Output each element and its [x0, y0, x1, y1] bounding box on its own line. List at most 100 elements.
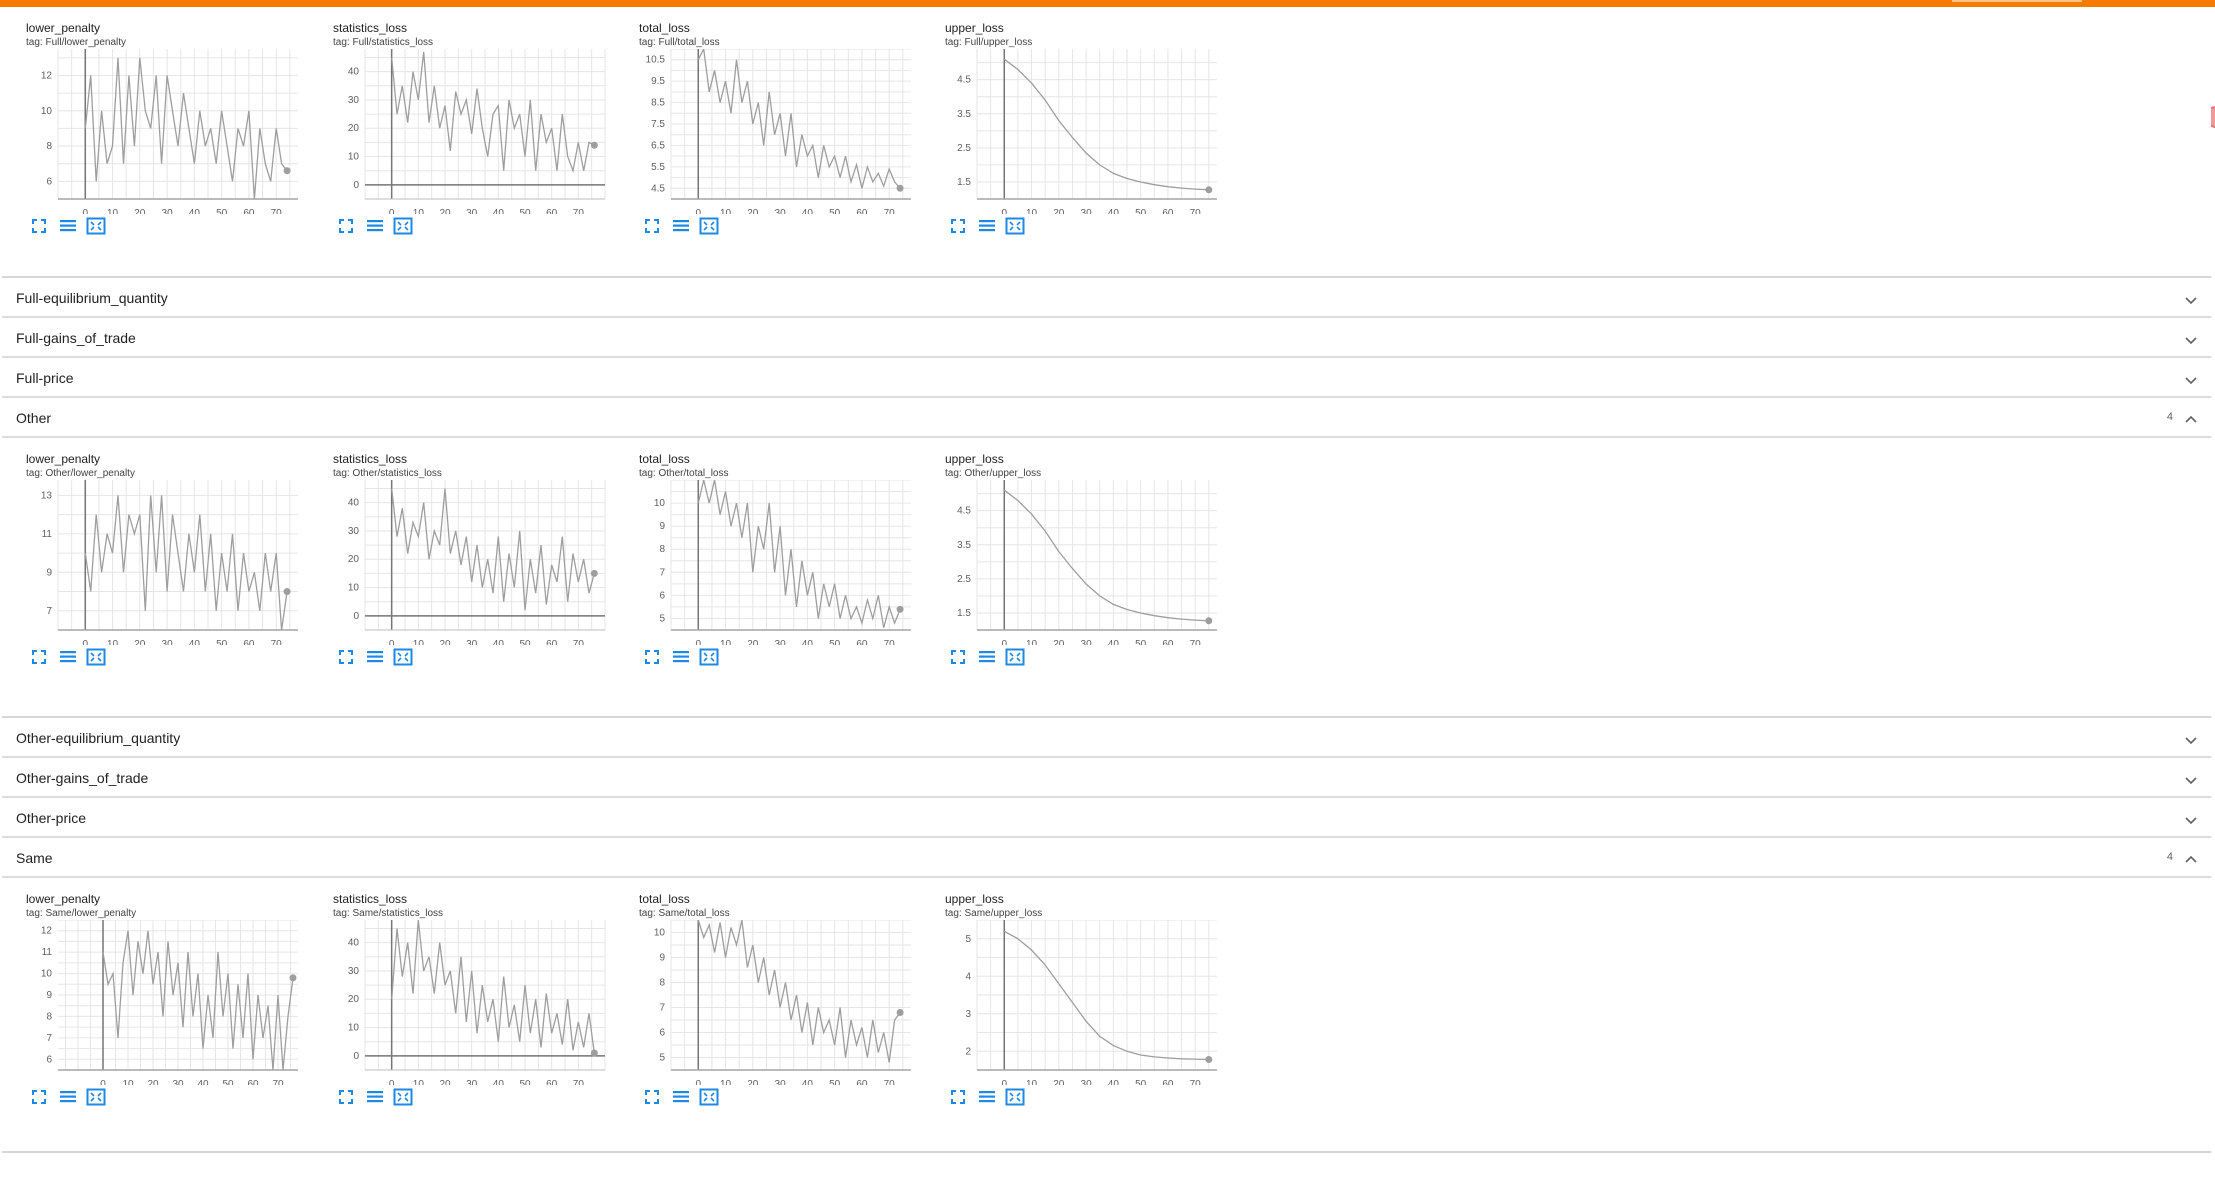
fit-domain-icon[interactable]	[699, 648, 719, 666]
line-chart[interactable]: 7 9 11 13 0 10 20 30 40 50 60 70	[20, 480, 310, 645]
group-name: Other-price	[16, 810, 87, 826]
y-tick-label: 2	[965, 1046, 971, 1057]
line-chart[interactable]: 0 10 20 30 40 0 10 20 30 40 50 60 70	[327, 920, 617, 1085]
fit-domain-icon[interactable]	[86, 1088, 106, 1106]
y-tick-label: 8	[659, 544, 665, 555]
fit-domain-icon[interactable]	[86, 648, 106, 666]
x-tick-label: 30	[162, 208, 174, 214]
y-tick-label: 1.5	[957, 177, 971, 188]
chevron-down-icon[interactable]	[2185, 332, 2197, 345]
list-icon[interactable]	[671, 217, 691, 235]
line-chart[interactable]: 23450 10 20 30 40 50 60 70	[939, 920, 1229, 1085]
list-icon[interactable]	[365, 1088, 385, 1106]
line-chart[interactable]: 5 6 7 8 9 10 0 10 20 30 40 50 60 70	[633, 480, 923, 645]
x-tick-label: 10	[122, 1079, 134, 1085]
chevron-down-icon[interactable]	[2185, 292, 2197, 305]
fullscreen-icon[interactable]	[643, 1088, 663, 1106]
group-header-other[interactable]: Other 4	[2, 398, 2211, 438]
y-tick-label: 8	[46, 141, 52, 152]
y-tick-label: 3	[965, 1009, 971, 1020]
fit-domain-icon[interactable]	[1005, 648, 1025, 666]
fullscreen-icon[interactable]	[30, 1088, 50, 1106]
y-tick-label: 0	[353, 1051, 359, 1062]
x-tick-label: 10	[1026, 639, 1038, 645]
fullscreen-icon[interactable]	[949, 217, 969, 235]
chart-title: upper_loss	[945, 21, 1004, 35]
chevron-up-icon[interactable]	[2185, 852, 2197, 863]
list-icon[interactable]	[58, 217, 78, 235]
scalar-chart-card: lower_penalty tag: Full/lower_penalty 6 8 10…	[20, 7, 310, 257]
fullscreen-icon[interactable]	[643, 217, 663, 235]
fit-domain-icon[interactable]	[699, 1088, 719, 1106]
data-points	[1004, 59, 1209, 190]
list-icon[interactable]	[365, 648, 385, 666]
fullscreen-icon[interactable]	[643, 648, 663, 666]
fullscreen-icon[interactable]	[949, 1088, 969, 1106]
list-icon[interactable]	[58, 1088, 78, 1106]
y-tick-label: 6	[46, 176, 52, 187]
y-tick-label: 7	[46, 606, 52, 617]
group-header-other-gains_of_trade[interactable]: Other-gains_of_trade	[2, 758, 2211, 798]
fit-domain-icon[interactable]	[86, 217, 106, 235]
y-tick-label: 40	[348, 498, 360, 509]
fit-domain-icon[interactable]	[393, 648, 413, 666]
chevron-down-icon[interactable]	[2185, 812, 2197, 825]
fit-domain-icon[interactable]	[699, 217, 719, 235]
y-tick-label: 8.5	[651, 98, 665, 109]
group-header-full-price[interactable]: Full-price	[2, 358, 2211, 398]
group-chart-count: 4	[2166, 411, 2173, 423]
group-header-full-gains_of_trade[interactable]: Full-gains_of_trade	[2, 318, 2211, 358]
fullscreen-icon[interactable]	[30, 648, 50, 666]
list-icon[interactable]	[977, 1088, 997, 1106]
line-chart[interactable]: 0 10 20 30 40 0 10 20 30 40 50 60 70	[327, 49, 617, 214]
chevron-up-icon[interactable]	[2185, 412, 2197, 423]
fullscreen-icon[interactable]	[337, 217, 357, 235]
list-icon[interactable]	[671, 1088, 691, 1106]
chevron-down-icon[interactable]	[2185, 772, 2197, 785]
chart-title: total_loss	[639, 21, 690, 35]
fit-domain-icon[interactable]	[1005, 217, 1025, 235]
x-tick-label: 40	[493, 208, 505, 214]
y-tick-label: 12	[41, 926, 53, 937]
fullscreen-icon[interactable]	[337, 1088, 357, 1106]
group-body: lower_penalty tag: Other/lower_penalty 7 9 1…	[2, 438, 2211, 718]
group-header-same[interactable]: Same 4	[2, 838, 2211, 878]
fit-domain-icon[interactable]	[1005, 1088, 1025, 1106]
chart-title: lower_penalty	[26, 21, 101, 35]
fullscreen-icon[interactable]	[949, 648, 969, 666]
list-icon[interactable]	[365, 217, 385, 235]
x-tick-label: 70	[1190, 208, 1202, 214]
list-icon[interactable]	[977, 217, 997, 235]
line-chart[interactable]: 1.5 2.5 3.5 4.5 0 10 20 30 40 50 60 70	[939, 480, 1229, 645]
series-line	[391, 51, 595, 174]
chevron-down-icon[interactable]	[2185, 732, 2197, 745]
x-tick-label: 50	[519, 1079, 531, 1085]
line-chart[interactable]: 5 6 7 8 9 10 0 10 20 30 40 50 60 70	[633, 920, 923, 1085]
line-chart[interactable]: 0 10 20 30 40 0 10 20 30 40 50 60 70	[327, 480, 617, 645]
group-header-full-equilibrium_quantity[interactable]: Full-equilibrium_quantity	[2, 278, 2211, 318]
list-icon[interactable]	[58, 648, 78, 666]
last-point-marker	[896, 1009, 904, 1016]
fullscreen-icon[interactable]	[30, 217, 50, 235]
fit-domain-icon[interactable]	[393, 217, 413, 235]
group-header-other-price[interactable]: Other-price	[2, 798, 2211, 838]
group-header-other-equilibrium_quantity[interactable]: Other-equilibrium_quantity	[2, 718, 2211, 758]
y-tick-label: 6	[46, 1054, 52, 1065]
fit-domain-icon[interactable]	[393, 1088, 413, 1106]
line-chart[interactable]: 4.5 5.5 6.5 7.5 8.5 9.5 10.5 0 10 20 30 40 50 60 70	[633, 49, 923, 214]
line-chart[interactable]: 6 8 10 12 0 10 20 30 40 50 60 70	[20, 49, 310, 214]
fullscreen-icon[interactable]	[337, 648, 357, 666]
y-tick-label: 12	[41, 70, 53, 81]
last-point-marker	[1205, 1056, 1213, 1063]
line-chart[interactable]: 6 7 8 9 10 11 12 0 10 20 30 40 50 60 70	[20, 920, 310, 1085]
list-icon[interactable]	[671, 648, 691, 666]
x-tick-label: 40	[802, 208, 814, 214]
line-chart[interactable]: 1.5 2.5 3.5 4.5 0 10 20 30 40 50 60 70	[939, 49, 1229, 214]
list-icon[interactable]	[977, 648, 997, 666]
chevron-down-icon[interactable]	[2185, 372, 2197, 385]
x-tick-label: 0	[82, 639, 88, 645]
y-tick-label: 9.5	[651, 76, 665, 87]
group-body: lower_penalty tag: Same/lower_penalty 6 7 8 9…	[2, 878, 2211, 1153]
grid-lines	[58, 920, 298, 1071]
chart-toolbar	[949, 217, 1033, 237]
